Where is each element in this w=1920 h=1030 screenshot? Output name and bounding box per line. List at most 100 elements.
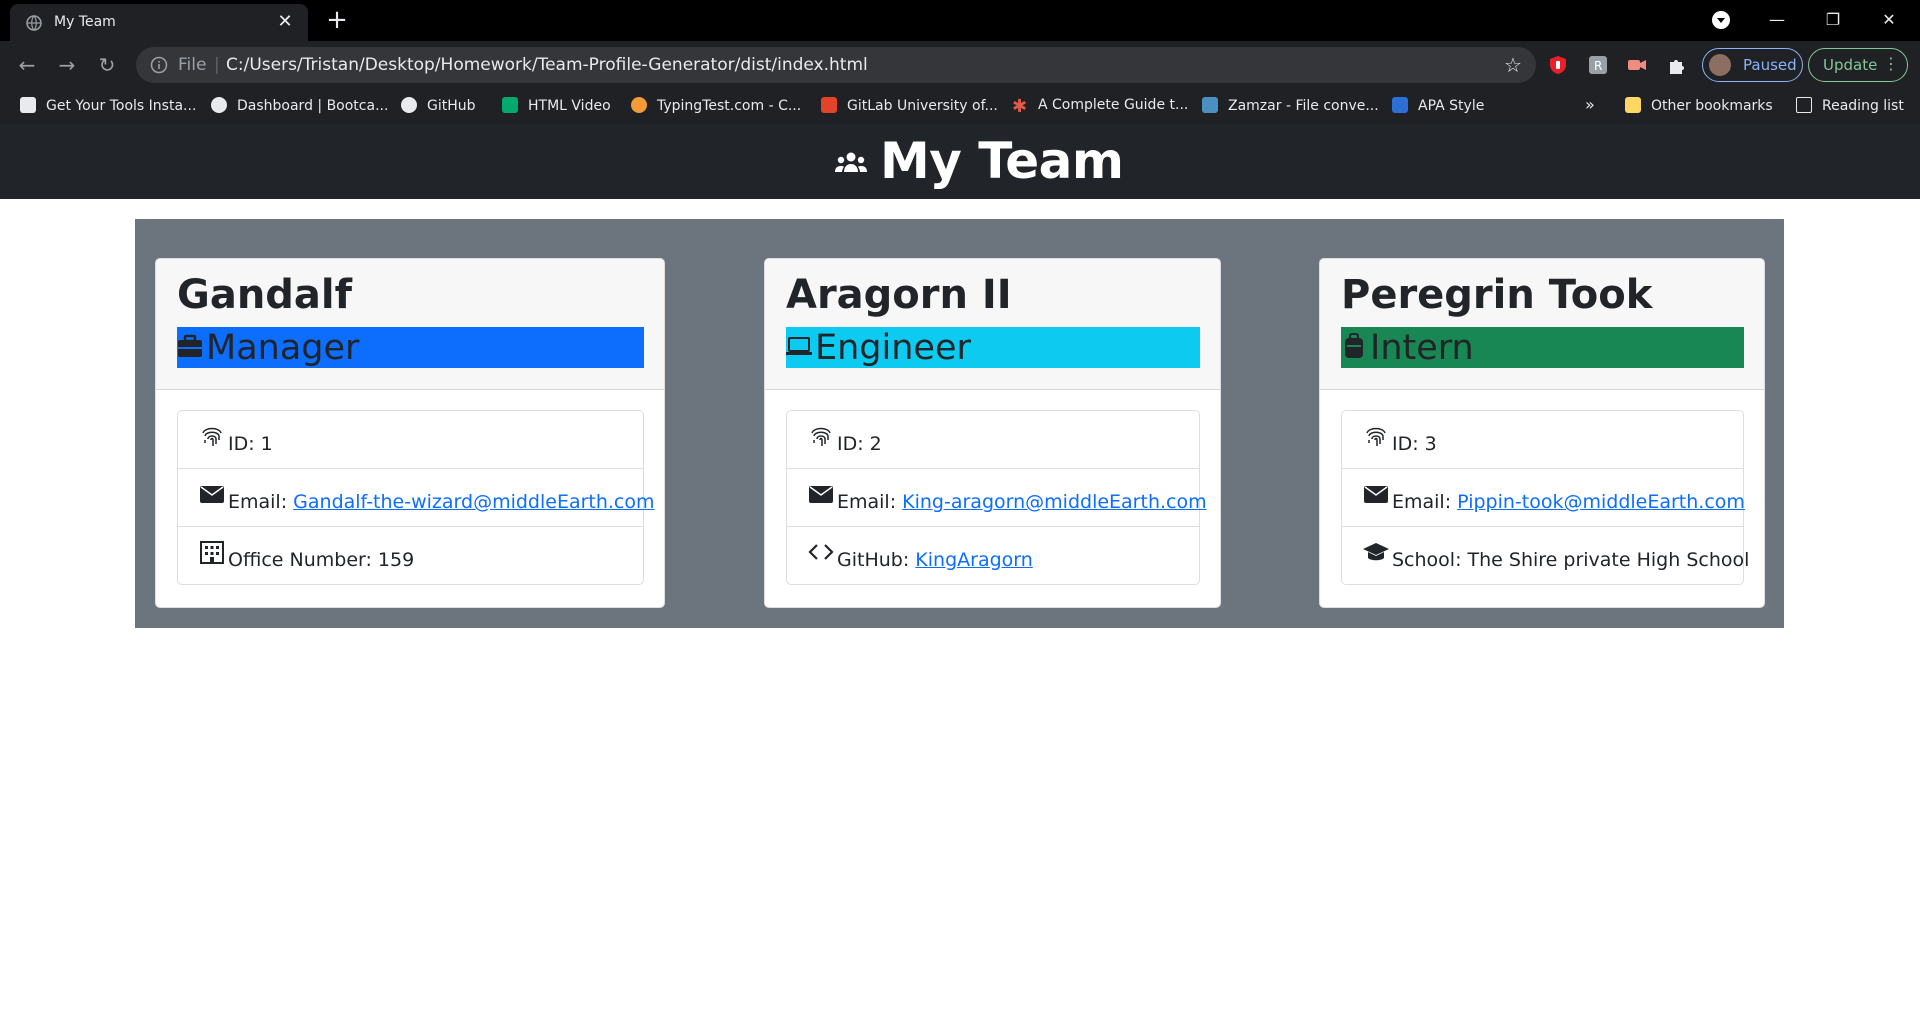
email-link[interactable]: King-aragorn@middleEarth.com — [902, 491, 1206, 513]
employee-role: Intern — [1370, 328, 1474, 368]
bookmarks-bar: Get Your Tools Insta... Dashboard | Boot… — [0, 89, 1920, 124]
apa-icon — [1392, 97, 1408, 113]
list-item-email: Email: Pippin-took@middleEarth.com — [1342, 469, 1745, 527]
browser-tab[interactable]: My Team ✕ — [10, 4, 308, 41]
address-url[interactable]: C:/Users/Tristan/Desktop/Homework/Team-P… — [226, 55, 868, 75]
list-item-school: School: The Shire private High School — [1342, 527, 1749, 585]
ublock-extension-icon[interactable] — [1547, 54, 1569, 76]
address-scheme: File — [178, 55, 207, 75]
graduation-cap-icon — [1363, 543, 1389, 561]
globe-icon — [211, 97, 227, 113]
zamzar-icon — [1202, 97, 1218, 113]
employee-details-list: ID: 2 Email: King-aragorn@middleEarth.co… — [786, 410, 1207, 585]
w3-icon — [502, 97, 518, 113]
folder-icon — [1625, 97, 1641, 113]
gitlab-icon — [821, 97, 837, 113]
github-row: GitHub: KingAragorn — [837, 549, 1033, 571]
card-header: Gandalf Manager — [156, 259, 664, 390]
page-title: My Team — [880, 132, 1124, 190]
browser-toolbar: ← → ↻ File | C:/Users/Tristan/Desktop/Ho… — [0, 41, 1920, 89]
list-item-id: ID: 2 — [787, 411, 1199, 469]
fingerprint-icon — [202, 427, 222, 446]
screencast-extension-icon[interactable] — [1626, 54, 1648, 76]
team-users-icon — [835, 152, 867, 172]
envelope-icon — [809, 486, 833, 503]
globe-icon — [26, 15, 42, 31]
bookmark-item[interactable]: Get Your Tools Insta... — [20, 97, 196, 117]
menu-dots-icon: ⋮ — [1883, 54, 1899, 73]
svg-text:R: R — [1594, 59, 1602, 73]
reading-list-icon — [1796, 97, 1812, 113]
employee-details-list: ID: 1 Email: Gandalf-the-wizard@middleEa… — [177, 410, 655, 585]
office-number: Office Number: 159 — [228, 549, 415, 571]
extensions-puzzle-icon[interactable] — [1666, 54, 1688, 76]
employee-id: ID: 3 — [1392, 433, 1437, 455]
avatar — [1709, 54, 1731, 76]
bookmark-item[interactable]: Dashboard | Bootca... — [211, 97, 388, 117]
envelope-icon — [200, 486, 224, 503]
github-icon — [401, 97, 417, 113]
github-link[interactable]: KingAragorn — [915, 549, 1033, 571]
page-header: My Team — [0, 124, 1920, 199]
employee-card-intern: Peregrin Took Intern ID: 3 Email: Pippin… — [1319, 258, 1765, 608]
building-icon — [200, 541, 224, 564]
bookmark-item[interactable]: ✱ A Complete Guide t... — [1012, 97, 1188, 117]
update-button[interactable]: Update ⋮ — [1808, 48, 1908, 82]
role-badge: Engineer — [786, 327, 1200, 368]
info-icon[interactable] — [150, 56, 168, 74]
bookmark-item[interactable]: APA Style — [1392, 97, 1484, 117]
minimize-icon[interactable]: — — [1754, 0, 1800, 40]
role-badge: Manager — [177, 327, 644, 368]
tab-close-icon[interactable]: ✕ — [272, 9, 298, 35]
back-icon[interactable]: ← — [10, 48, 44, 82]
profile-status: Paused — [1743, 56, 1797, 74]
window-close-icon[interactable]: ✕ — [1866, 0, 1912, 40]
browser-tabstrip: My Team ✕ + — ❐ ✕ — [0, 0, 1920, 41]
reload-icon[interactable]: ↻ — [90, 48, 124, 82]
reading-list-button[interactable]: Reading list — [1796, 97, 1904, 117]
email-row: Email: Pippin-took@middleEarth.com — [1392, 491, 1745, 513]
list-item-id: ID: 1 — [178, 411, 643, 469]
bookmark-item[interactable]: GitHub — [401, 97, 476, 117]
team-panel: Gandalf Manager ID: 1 Email: Gandalf-the… — [135, 219, 1784, 628]
update-label: Update — [1823, 56, 1878, 74]
typingtest-icon — [631, 97, 647, 113]
other-bookmarks-folder[interactable]: Other bookmarks — [1625, 97, 1773, 117]
list-item-office: Office Number: 159 — [178, 527, 643, 585]
fingerprint-icon — [811, 427, 831, 446]
backpack-icon — [1345, 333, 1363, 358]
employee-id: ID: 1 — [228, 433, 273, 455]
briefcase-icon — [178, 334, 202, 357]
fingerprint-icon — [1366, 427, 1386, 446]
bookmark-item[interactable]: HTML Video — [502, 97, 611, 117]
employee-card-engineer: Aragorn II Engineer ID: 2 Email: King-ar… — [764, 258, 1221, 608]
list-item-email: Email: Gandalf-the-wizard@middleEarth.co… — [178, 469, 655, 527]
school: School: The Shire private High School — [1392, 549, 1750, 571]
address-bar[interactable]: File | C:/Users/Tristan/Desktop/Homework… — [136, 47, 1536, 83]
card-header: Peregrin Took Intern — [1320, 259, 1764, 390]
email-link[interactable]: Pippin-took@middleEarth.com — [1457, 491, 1745, 513]
bookmark-item[interactable]: Zamzar - File conve... — [1202, 97, 1379, 117]
laptop-icon — [786, 337, 812, 355]
envelope-icon — [1364, 486, 1388, 503]
bookmark-item[interactable]: TypingTest.com - C... — [631, 97, 801, 117]
more-bookmarks-button[interactable]: » — [1585, 95, 1595, 114]
bookmark-star-icon[interactable]: ☆ — [1502, 54, 1524, 76]
bookmark-item[interactable]: GitLab University of... — [821, 97, 998, 117]
profile-button[interactable]: Paused — [1702, 48, 1803, 82]
new-tab-icon[interactable]: + — [323, 6, 351, 34]
media-control-icon[interactable] — [1711, 10, 1731, 30]
restore-icon[interactable]: ❐ — [1810, 0, 1856, 40]
book-icon — [20, 97, 36, 113]
reader-extension-icon[interactable]: R — [1587, 54, 1609, 76]
email-row: Email: Gandalf-the-wizard@middleEarth.co… — [228, 491, 655, 513]
list-item-id: ID: 3 — [1342, 411, 1743, 469]
employee-id: ID: 2 — [837, 433, 882, 455]
code-icon — [808, 544, 834, 560]
list-item-email: Email: King-aragorn@middleEarth.com — [787, 469, 1207, 527]
forward-icon[interactable]: → — [50, 48, 84, 82]
email-link[interactable]: Gandalf-the-wizard@middleEarth.com — [293, 491, 654, 513]
role-badge: Intern — [1341, 327, 1744, 368]
employee-card-manager: Gandalf Manager ID: 1 Email: Gandalf-the… — [155, 258, 665, 608]
tab-title: My Team — [54, 14, 116, 30]
